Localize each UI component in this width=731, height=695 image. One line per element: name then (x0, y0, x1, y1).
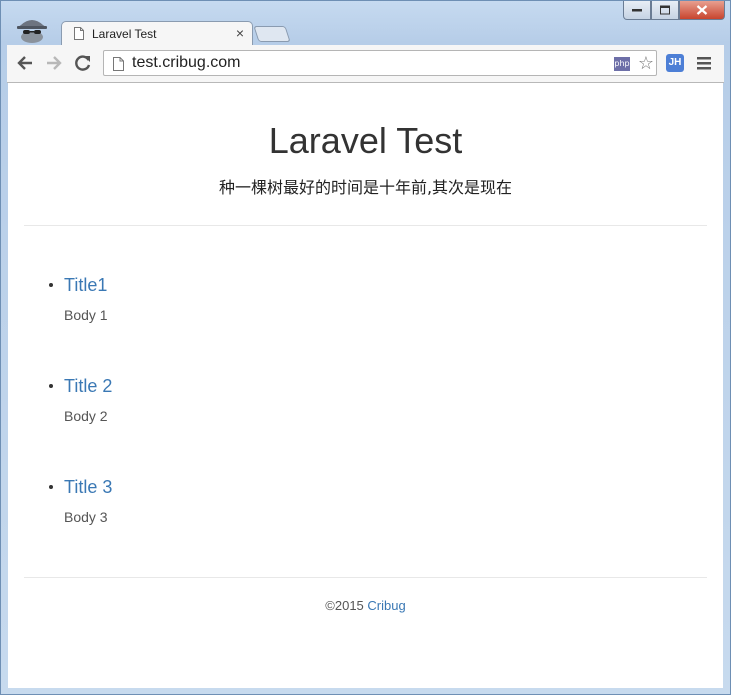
page-footer: ©2015 Cribug (8, 598, 723, 613)
footer-cribug-link[interactable]: Cribug (367, 598, 405, 613)
page-title: Laravel Test (268, 120, 463, 161)
post-title-link[interactable]: Title 3 (64, 476, 112, 498)
reload-icon[interactable] (73, 53, 93, 73)
address-bar[interactable]: test.cribug.com php ☆ (103, 50, 657, 76)
page-subtitle: 种一棵树最好的时间是十年前,其次是现在 (218, 178, 513, 197)
restore-button[interactable] (651, 1, 679, 20)
back-arrow-icon[interactable] (15, 53, 35, 73)
post-body: Body 3 (64, 509, 108, 525)
post-list: Title1 Body 1 Title 2 Body 2 Title 3 Bod… (8, 274, 723, 577)
tab-close-icon[interactable]: × (236, 25, 244, 41)
list-item: Title1 Body 1 (49, 274, 723, 375)
bullet-icon (49, 485, 53, 489)
forward-arrow-icon[interactable] (44, 53, 64, 73)
page-viewport: Laravel Test 种一棵树最好的时间是十年前,其次是现在 Title1 … (8, 83, 723, 688)
hamburger-menu-icon[interactable] (697, 55, 711, 71)
post-body: Body 2 (64, 408, 108, 424)
window-controls (623, 1, 725, 21)
browser-toolbar: test.cribug.com php ☆ JH (7, 45, 724, 83)
close-icon (696, 5, 708, 15)
browser-window: Laravel Test × test.cribug.com php ☆ JH … (0, 0, 731, 695)
header-divider (24, 225, 707, 226)
footer-divider (24, 577, 707, 578)
tab-title: Laravel Test (92, 27, 157, 41)
close-window-button[interactable] (679, 1, 725, 20)
page-icon (74, 27, 84, 40)
minimize-icon (632, 9, 642, 12)
new-tab-button[interactable] (253, 26, 291, 42)
tab-laravel-test[interactable]: Laravel Test × (61, 21, 253, 46)
minimize-button[interactable] (623, 1, 651, 20)
tab-strip: Laravel Test × (1, 1, 730, 46)
footer-copyright: ©2015 (325, 598, 364, 613)
bullet-icon (49, 384, 53, 388)
url-text: test.cribug.com (132, 54, 241, 71)
page-header: Laravel Test 种一棵树最好的时间是十年前,其次是现在 (8, 83, 723, 198)
bullet-icon (49, 283, 53, 287)
incognito-icon (17, 20, 47, 43)
list-item: Title 2 Body 2 (49, 375, 723, 476)
jh-extension-icon[interactable]: JH (666, 54, 684, 72)
star-icon[interactable]: ☆ (638, 53, 654, 73)
php-extension-icon[interactable]: php (614, 57, 630, 71)
post-title-link[interactable]: Title 2 (64, 375, 112, 397)
page-icon (113, 57, 124, 71)
post-title-link[interactable]: Title1 (64, 274, 107, 296)
post-body: Body 1 (64, 307, 108, 323)
list-item: Title 3 Body 3 (49, 476, 723, 577)
restore-icon (660, 5, 670, 15)
